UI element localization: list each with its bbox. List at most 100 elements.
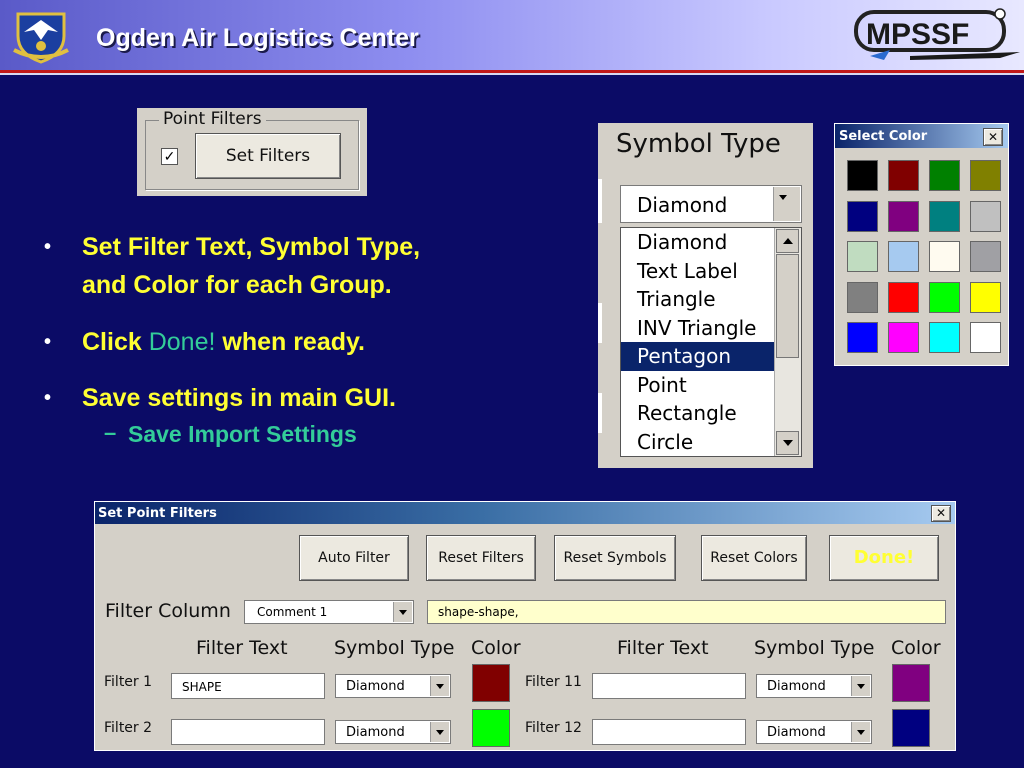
set-filters-button[interactable]: Set Filters (195, 133, 341, 179)
bullet-3: Save settings in main GUI. (82, 384, 396, 412)
mpssf-logo-text: MPSSF (866, 18, 969, 51)
color-swatch[interactable] (929, 322, 960, 353)
symbol-type-select[interactable]: Diamond (335, 720, 451, 744)
symbol-type-option[interactable]: INV Triangle (621, 314, 775, 343)
symbol-type-option[interactable]: Text Label (621, 257, 775, 286)
filter-column-label: Filter Column (105, 600, 231, 622)
filter-text-input[interactable] (592, 719, 746, 745)
bullet-marker: • (44, 387, 52, 409)
bullet-marker: • (44, 236, 52, 258)
col-header-symbol-type: Symbol Type (334, 637, 455, 659)
col-header-filter-text: Filter Text (617, 637, 709, 659)
filter-text-input[interactable]: SHAPE (171, 673, 325, 699)
afmc-shield-logo (13, 12, 69, 64)
symbol-type-value: Diamond (767, 679, 826, 694)
filter-text-input[interactable] (171, 719, 325, 745)
col-header-filter-text: Filter Text (196, 637, 288, 659)
symbol-type-option[interactable]: Diamond (621, 228, 775, 257)
filter-row-label: Filter 12 (525, 720, 582, 736)
set-point-filters-title: Set Point Filters (98, 506, 217, 521)
symbol-type-list[interactable]: Diamond Text Label Triangle INV Triangle Pen… (620, 227, 802, 457)
chevron-down-icon[interactable] (851, 722, 870, 742)
symbol-type-select[interactable]: Diamond (756, 720, 872, 744)
color-swatch[interactable] (970, 200, 1001, 232)
color-swatch[interactable] (888, 200, 919, 232)
col-header-color: Color (471, 637, 521, 659)
chevron-up-icon (783, 238, 793, 244)
color-swatch-button[interactable] (892, 664, 930, 702)
chevron-down-icon[interactable] (393, 602, 412, 622)
chevron-down-icon[interactable] (851, 676, 870, 696)
sub-bullet-dash: – (104, 420, 117, 445)
color-swatch[interactable] (929, 160, 960, 191)
color-swatch[interactable] (847, 200, 878, 232)
color-swatch[interactable] (847, 281, 878, 313)
color-swatch[interactable] (847, 160, 878, 191)
close-button[interactable]: ✕ (931, 505, 951, 522)
point-filters-checkbox[interactable]: ✓ (161, 148, 178, 165)
symbol-type-select[interactable]: Diamond (335, 674, 451, 698)
panel-edge (598, 303, 602, 343)
symbol-type-select[interactable]: Diamond (756, 674, 872, 698)
bullet-2-highlight: Done! (148, 328, 216, 356)
filter-column-select[interactable]: Comment 1 (244, 600, 414, 624)
filter-row-label: Filter 1 (104, 674, 153, 690)
close-button[interactable]: ✕ (983, 128, 1003, 146)
auto-filter-button[interactable]: Auto Filter (299, 535, 409, 581)
color-swatch[interactable] (888, 160, 919, 191)
color-swatch[interactable] (970, 160, 1001, 191)
filter-text-input[interactable] (592, 673, 746, 699)
color-swatch[interactable] (929, 241, 960, 272)
scroll-down-button[interactable] (776, 431, 799, 455)
symbol-type-value: Diamond (346, 679, 405, 694)
col-header-symbol-type: Symbol Type (754, 637, 875, 659)
list-scrollbar[interactable] (774, 228, 801, 456)
scroll-up-button[interactable] (776, 229, 799, 253)
chevron-down-icon[interactable] (430, 676, 449, 696)
select-color-dialog: Select Color ✕ (834, 123, 1009, 366)
symbol-type-select[interactable]: Diamond (620, 185, 802, 223)
color-swatch-button[interactable] (472, 664, 510, 702)
point-filters-panel: Point Filters ✓ Set Filters (137, 108, 367, 196)
color-swatch[interactable] (847, 241, 878, 272)
panel-edge (598, 179, 602, 223)
bullet-2-pre: Click (82, 328, 149, 356)
scroll-thumb[interactable] (776, 254, 799, 358)
col-header-color: Color (891, 637, 941, 659)
bullet-2: Click Done! when ready. (82, 323, 365, 361)
bullet-marker: • (44, 331, 52, 353)
color-swatch[interactable] (888, 241, 919, 272)
color-swatch[interactable] (847, 322, 878, 353)
symbol-type-option[interactable]: Rectangle (621, 399, 775, 428)
sub-bullet-text: Save Import Settings (128, 421, 357, 447)
color-swatch[interactable] (929, 281, 960, 313)
color-swatch[interactable] (888, 281, 919, 313)
filter-row-label: Filter 2 (104, 720, 153, 736)
filter-column-text-field[interactable]: shape-shape, (427, 600, 946, 624)
color-swatch-button[interactable] (892, 709, 930, 747)
set-point-filters-titlebar (95, 502, 955, 524)
color-swatch[interactable] (888, 322, 919, 353)
symbol-type-value: Diamond (767, 725, 826, 740)
reset-symbols-button[interactable]: Reset Symbols (554, 535, 676, 581)
symbol-type-option[interactable]: Triangle (621, 285, 775, 314)
reset-filters-button[interactable]: Reset Filters (426, 535, 536, 581)
color-swatch[interactable] (929, 200, 960, 232)
color-swatch-button[interactable] (472, 709, 510, 747)
symbol-type-panel: Symbol Type Diamond Diamond Text Label Tri… (598, 123, 813, 468)
chevron-down-icon[interactable] (773, 187, 800, 221)
color-swatch[interactable] (970, 322, 1001, 353)
set-point-filters-dialog: Set Point Filters ✕ Auto Filter Reset Fi… (94, 501, 956, 751)
bullet-1-line-2: and Color for each Group. (82, 271, 392, 299)
mpssf-logo: MPSSF (854, 8, 1020, 60)
filter-row-label: Filter 11 (525, 674, 582, 690)
symbol-type-option[interactable]: Pentagon (621, 342, 775, 371)
symbol-type-option[interactable]: Circle (621, 428, 775, 457)
reset-colors-button[interactable]: Reset Colors (701, 535, 807, 581)
symbol-type-option[interactable]: Point (621, 371, 775, 400)
color-swatch[interactable] (970, 241, 1001, 272)
chevron-down-icon[interactable] (430, 722, 449, 742)
color-swatch[interactable] (970, 281, 1001, 313)
done-button[interactable]: Done! (829, 535, 939, 581)
symbol-type-value: Diamond (346, 725, 405, 740)
